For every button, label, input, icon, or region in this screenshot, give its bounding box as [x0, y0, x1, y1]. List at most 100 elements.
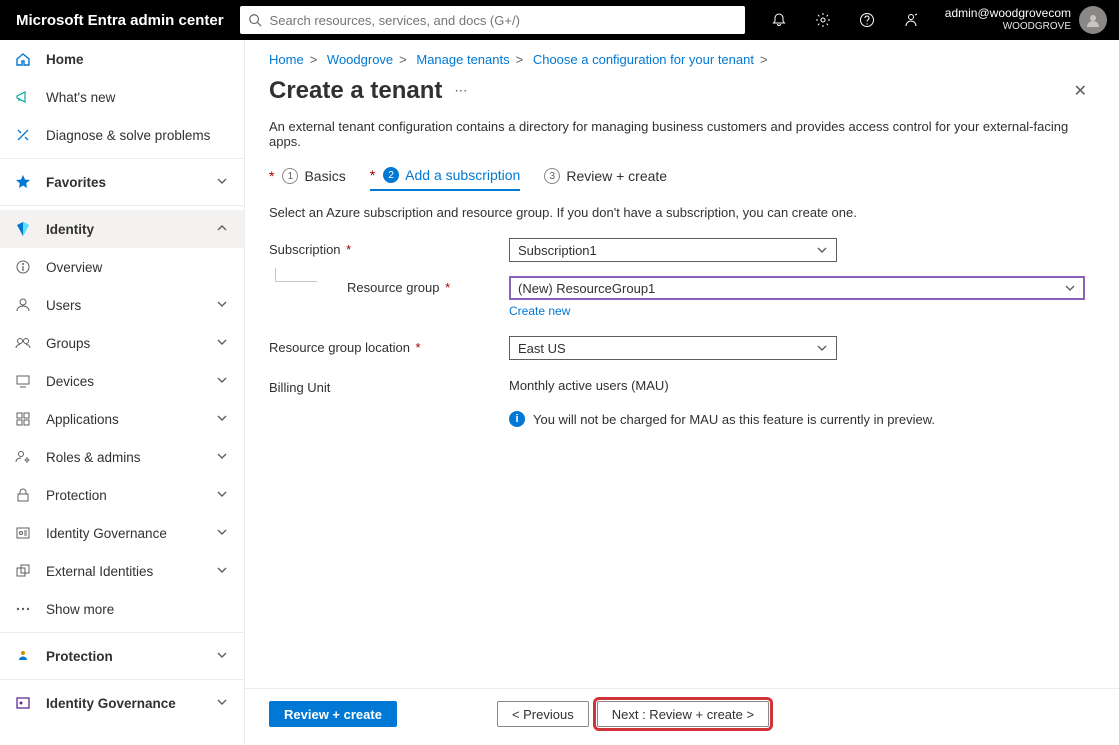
tab-label: Basics	[304, 168, 345, 184]
sidebar-section-governance[interactable]: Identity Governance	[0, 684, 244, 722]
sidebar-item-external[interactable]: External Identities	[0, 552, 244, 590]
sidebar-item-label: Applications	[46, 412, 202, 427]
sidebar-section-identity[interactable]: Identity	[0, 210, 244, 248]
sidebar-item-label: Show more	[46, 602, 230, 617]
help-icon[interactable]	[849, 0, 885, 40]
chevron-down-icon	[1064, 282, 1076, 294]
sidebar-item-label: Roles & admins	[46, 450, 202, 465]
sidebar-item-label: What's new	[46, 90, 230, 105]
apps-icon	[14, 410, 32, 428]
sidebar-item-roles[interactable]: Roles & admins	[0, 438, 244, 476]
users-icon	[14, 296, 32, 314]
sidebar-item-groups[interactable]: Groups	[0, 324, 244, 362]
sidebar-item-devices[interactable]: Devices	[0, 362, 244, 400]
close-button[interactable]: ✕	[1066, 77, 1095, 105]
chevron-down-icon	[816, 342, 828, 354]
tab-basics[interactable]: *1 Basics	[269, 167, 346, 191]
review-create-button[interactable]: Review + create	[269, 701, 397, 727]
search-input[interactable]	[270, 13, 737, 28]
notifications-icon[interactable]	[761, 0, 797, 40]
tab-label: Add a subscription	[405, 167, 520, 183]
create-new-link[interactable]: Create new	[509, 300, 570, 318]
sidebar-item-label: Identity Governance	[46, 696, 202, 711]
governance-icon	[14, 524, 32, 542]
footer-bar: Review + create < Previous Next : Review…	[245, 688, 1119, 745]
feedback-icon[interactable]	[893, 0, 929, 40]
sidebar-item-show-more[interactable]: Show more	[0, 590, 244, 628]
chevron-down-icon	[216, 450, 230, 464]
brand-label: Microsoft Entra admin center	[16, 12, 232, 29]
info-icon	[14, 258, 32, 276]
sidebar-item-label: Users	[46, 298, 202, 313]
resource-group-value: (New) ResourceGroup1	[518, 281, 655, 296]
crumb-home[interactable]: Home	[269, 52, 304, 67]
rg-location-label: Resource group location *	[269, 336, 509, 355]
megaphone-icon	[14, 88, 32, 106]
page-description: An external tenant configuration contain…	[245, 115, 1119, 167]
sidebar-item-label: Identity Governance	[46, 526, 202, 541]
settings-icon[interactable]	[805, 0, 841, 40]
sidebar-item-protection[interactable]: Protection	[0, 476, 244, 514]
chevron-down-icon	[216, 175, 230, 189]
sidebar-item-label: Favorites	[46, 175, 202, 190]
more-actions-button[interactable]: ⋯	[442, 83, 467, 99]
crumb-choose-config[interactable]: Choose a configuration for your tenant	[533, 52, 754, 67]
tab-add-subscription[interactable]: *2 Add a subscription	[370, 167, 521, 191]
sidebar-section-favorites[interactable]: Favorites	[0, 163, 244, 201]
chevron-down-icon	[216, 488, 230, 502]
devices-icon	[14, 372, 32, 390]
chevron-down-icon	[216, 649, 230, 663]
sidebar-item-label: External Identities	[46, 564, 202, 579]
sidebar-item-label: Home	[46, 52, 230, 67]
subscription-label: Subscription *	[269, 238, 509, 257]
breadcrumb: Home> Woodgrove> Manage tenants> Choose …	[245, 40, 1119, 71]
crumb-woodgrove[interactable]: Woodgrove	[327, 52, 393, 67]
sidebar-section-protection[interactable]: Protection	[0, 637, 244, 675]
governance-section-icon	[14, 694, 32, 712]
info-preview-text: You will not be charged for MAU as this …	[533, 412, 935, 427]
sidebar-item-whats-new[interactable]: What's new	[0, 78, 244, 116]
tab-review-create[interactable]: 3 Review + create	[544, 167, 667, 191]
page-title: Create a tenant	[269, 77, 442, 105]
sidebar-item-label: Protection	[46, 488, 202, 503]
sidebar-item-applications[interactable]: Applications	[0, 400, 244, 438]
sidebar-item-diagnose[interactable]: Diagnose & solve problems	[0, 116, 244, 154]
groups-icon	[14, 334, 32, 352]
sidebar-item-label: Devices	[46, 374, 202, 389]
sidebar-item-label: Overview	[46, 260, 230, 275]
search-box[interactable]	[240, 6, 745, 34]
billing-unit-label: Billing Unit	[269, 376, 509, 395]
rg-location-select[interactable]: East US	[509, 336, 837, 360]
external-icon	[14, 562, 32, 580]
sidebar-item-label: Groups	[46, 336, 202, 351]
chevron-down-icon	[816, 244, 828, 256]
sidebar-item-label: Diagnose & solve problems	[46, 128, 230, 143]
sidebar-item-governance[interactable]: Identity Governance	[0, 514, 244, 552]
sidebar-item-home[interactable]: Home	[0, 40, 244, 78]
search-icon	[248, 13, 262, 27]
sidebar-item-label: Identity	[46, 222, 202, 237]
star-icon	[14, 173, 32, 191]
crumb-manage-tenants[interactable]: Manage tenants	[416, 52, 509, 67]
shield-person-icon	[14, 647, 32, 665]
sidebar: Home What's new Diagnose & solve problem…	[0, 40, 245, 745]
account-control[interactable]: admin@woodgrovecom WOODGROVE	[937, 6, 1107, 34]
rg-location-value: East US	[518, 341, 566, 356]
previous-button[interactable]: < Previous	[497, 701, 589, 727]
next-button[interactable]: Next : Review + create >	[597, 701, 769, 727]
resource-group-select[interactable]: (New) ResourceGroup1	[509, 276, 1085, 300]
billing-unit-value: Monthly active users (MAU)	[509, 376, 935, 393]
roles-icon	[14, 448, 32, 466]
tabs: *1 Basics *2 Add a subscription 3 Review…	[245, 167, 1119, 191]
sidebar-item-users[interactable]: Users	[0, 286, 244, 324]
chevron-down-icon	[216, 526, 230, 540]
diagnose-icon	[14, 126, 32, 144]
info-icon: i	[509, 411, 525, 427]
subscription-select[interactable]: Subscription1	[509, 238, 837, 262]
tab-description: Select an Azure subscription and resourc…	[245, 191, 1119, 238]
sidebar-item-overview[interactable]: Overview	[0, 248, 244, 286]
subscription-value: Subscription1	[518, 243, 597, 258]
more-icon	[14, 600, 32, 618]
avatar	[1079, 6, 1107, 34]
identity-icon	[14, 220, 32, 238]
